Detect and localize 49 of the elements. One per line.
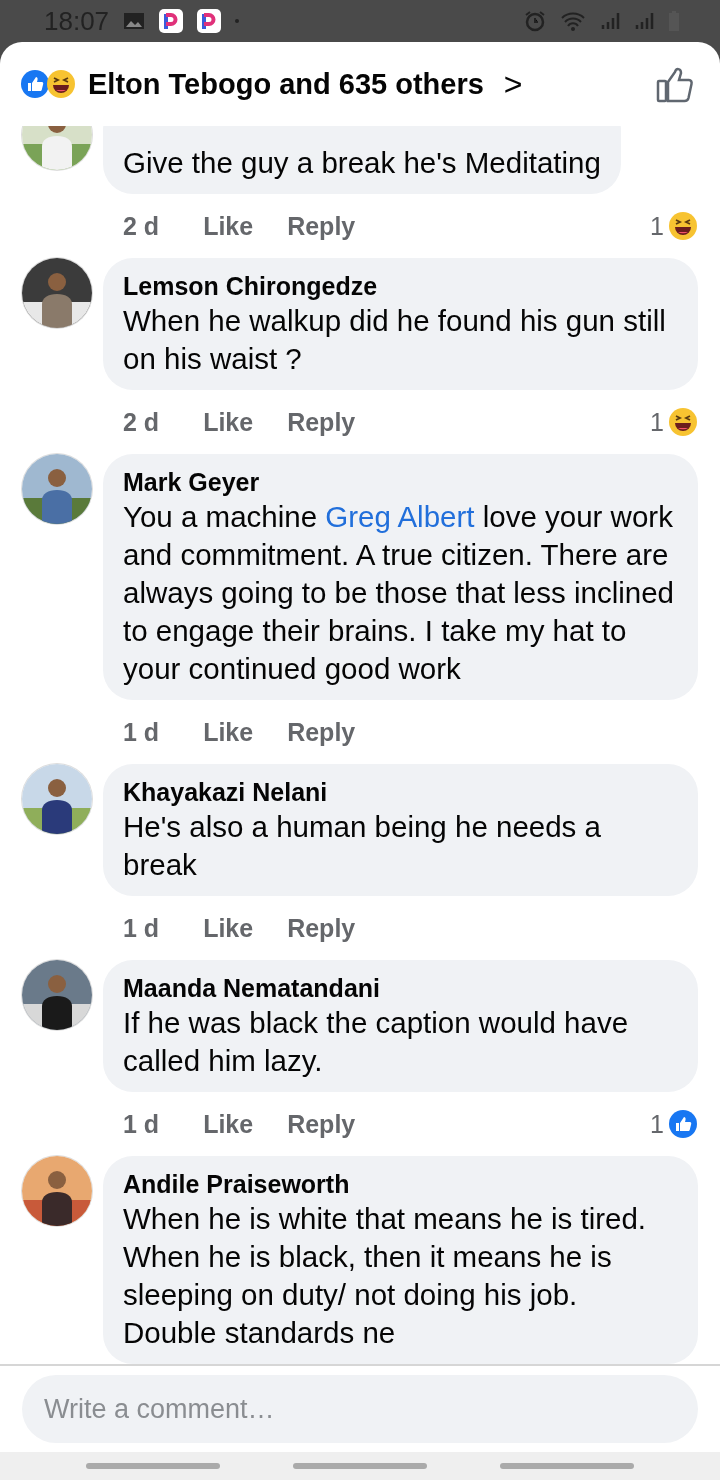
commenter-name[interactable]: Lemson Chirongedze xyxy=(123,270,678,302)
comment-input-field[interactable]: Write a comment… xyxy=(22,1375,698,1443)
app-icon xyxy=(159,9,184,33)
chevron-button[interactable]: > xyxy=(503,65,523,103)
like-button[interactable]: Like xyxy=(203,1109,254,1139)
wifi-icon xyxy=(560,10,586,32)
comment-text: When he is white that means he is tired. When he is black, then it means he is sleeping on duty/ not doing his job. Double standards ne xyxy=(123,1201,648,1351)
like-reaction-icon xyxy=(20,69,50,99)
reaction-count[interactable]: 1 xyxy=(650,407,664,437)
laugh-reaction-icon xyxy=(668,211,698,241)
laugh-reaction-icon xyxy=(46,69,76,99)
signal-icon xyxy=(600,11,620,31)
nav-handle[interactable] xyxy=(293,1463,427,1469)
comment-time: 1 d xyxy=(123,913,160,943)
like-reaction-icon xyxy=(668,1109,698,1139)
comment-time: 1 d xyxy=(123,717,160,747)
laugh-reaction-icon xyxy=(668,407,698,437)
commenter-name[interactable]: Maanda Nematandani xyxy=(123,972,678,1004)
reply-button[interactable]: Reply xyxy=(287,407,356,437)
commenter-name[interactable]: Mark Geyer xyxy=(123,466,678,498)
reaction-count[interactable]: 1 xyxy=(650,211,664,241)
comment-text: He's also a human being he needs a break xyxy=(123,809,602,883)
like-button[interactable]: Like xyxy=(203,407,254,437)
comment-time: 2 d xyxy=(123,407,160,437)
mention-link[interactable]: Greg Albert xyxy=(325,500,475,533)
reactions-summary[interactable]: Elton Tebogo and 635 others xyxy=(88,67,484,101)
reply-button[interactable]: Reply xyxy=(287,717,356,747)
comment-time: 1 d xyxy=(123,1109,160,1139)
alarm-icon xyxy=(524,10,546,32)
comment-time: 2 d xyxy=(123,211,160,241)
commenter-name[interactable]: Andile Praiseworth xyxy=(123,1168,678,1200)
comment-text: If he was black the caption would have called him lazy. xyxy=(123,1005,630,1079)
reply-button[interactable]: Reply xyxy=(287,211,356,241)
comment-text: Give the guy a break he's Meditating xyxy=(123,145,601,181)
comment-text: When he walkup did he found his gun still on his waist ? xyxy=(123,303,667,377)
dot-icon xyxy=(235,19,240,23)
nav-handle[interactable] xyxy=(86,1463,221,1469)
reply-button[interactable]: Reply xyxy=(287,913,356,943)
like-button[interactable]: Like xyxy=(203,717,254,747)
commenter-name[interactable]: Khayakazi Nelani xyxy=(123,776,678,808)
comment-text: You a machine Greg Albert love your work and commitment. A true citizen. There are always going to be those that less inclined to engage their brains. I take my hat to your continued good work xyxy=(123,499,675,687)
like-button[interactable]: Like xyxy=(203,211,254,241)
reply-button[interactable]: Reply xyxy=(287,1109,356,1139)
nav-handle[interactable] xyxy=(499,1463,634,1469)
signal-icon xyxy=(634,11,654,31)
image-icon xyxy=(123,12,146,30)
like-button[interactable]: Like xyxy=(203,913,254,943)
app-icon xyxy=(197,9,222,33)
reaction-count[interactable]: 1 xyxy=(650,1109,664,1139)
